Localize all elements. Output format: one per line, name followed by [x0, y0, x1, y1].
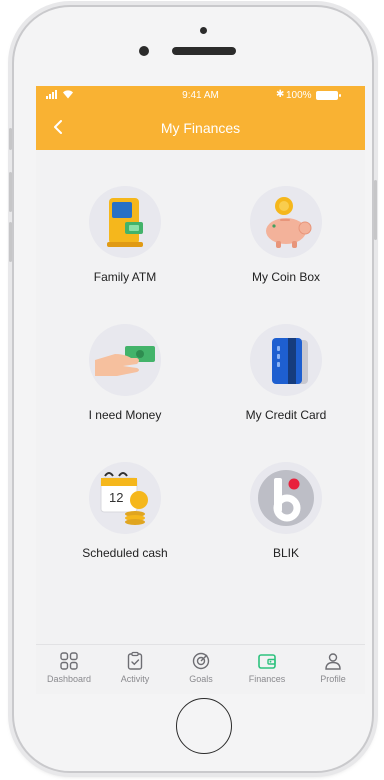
- tile-blik[interactable]: BLIK: [221, 462, 351, 582]
- home-button[interactable]: [176, 698, 232, 754]
- calendar-coins-icon: 12: [89, 462, 161, 534]
- front-camera: [139, 46, 149, 56]
- clipboard-check-icon: [127, 651, 143, 670]
- target-icon: [192, 652, 210, 670]
- tile-scheduled-cash[interactable]: 12 Scheduled cash: [60, 462, 190, 582]
- piggy-bank-icon: [250, 186, 322, 258]
- tile-label: My Credit Card: [245, 408, 327, 422]
- wallet-icon: [258, 654, 276, 669]
- battery-percentage: 100%: [286, 90, 312, 101]
- proximity-sensor: [200, 27, 207, 34]
- tab-label: Goals: [189, 674, 213, 684]
- bluetooth-icon: ✱: [276, 89, 285, 100]
- tile-label: BLIK: [272, 546, 299, 560]
- tile-my-credit-card[interactable]: My Credit Card: [221, 324, 351, 444]
- tile-family-atm[interactable]: Family ATM: [60, 186, 190, 306]
- tab-activity[interactable]: Activity: [104, 651, 166, 694]
- tile-i-need-money[interactable]: I need Money: [60, 324, 190, 444]
- app-screen: 9:41 AM ✱ 100% My Finances Family ATM My…: [36, 86, 365, 694]
- grid-icon: [60, 652, 78, 670]
- tile-label: Family ATM: [93, 270, 157, 284]
- blik-logo-icon: [250, 462, 322, 534]
- tab-profile[interactable]: Profile: [302, 651, 364, 694]
- tab-label: Activity: [120, 674, 150, 684]
- tile-label: My Coin Box: [251, 270, 321, 284]
- tab-label: Profile: [320, 674, 346, 684]
- tab-bar: Dashboard Activity Goals Finances Profil…: [36, 644, 365, 694]
- tile-my-coin-box[interactable]: My Coin Box: [221, 186, 351, 306]
- svg-text:12: 12: [109, 490, 123, 505]
- power-button: [374, 180, 377, 240]
- tab-dashboard[interactable]: Dashboard: [38, 651, 100, 694]
- tab-label: Dashboard: [46, 674, 92, 684]
- tile-label: I need Money: [88, 408, 162, 422]
- volume-down-button: [9, 222, 12, 262]
- person-icon: [325, 653, 341, 670]
- page-title: My Finances: [160, 120, 241, 136]
- earpiece-speaker: [172, 47, 236, 55]
- mute-switch: [9, 128, 12, 150]
- status-bar: 9:41 AM ✱ 100%: [36, 86, 365, 106]
- hand-money-icon: [89, 324, 161, 396]
- tab-goals[interactable]: Goals: [170, 651, 232, 694]
- nav-bar: My Finances: [36, 106, 365, 150]
- volume-up-button: [9, 172, 12, 212]
- tab-label: Finances: [248, 674, 286, 684]
- atm-icon: [89, 186, 161, 258]
- tab-finances[interactable]: Finances: [236, 651, 298, 694]
- tile-label: Scheduled cash: [82, 546, 168, 560]
- battery-icon: [316, 91, 341, 100]
- credit-card-icon: [250, 324, 322, 396]
